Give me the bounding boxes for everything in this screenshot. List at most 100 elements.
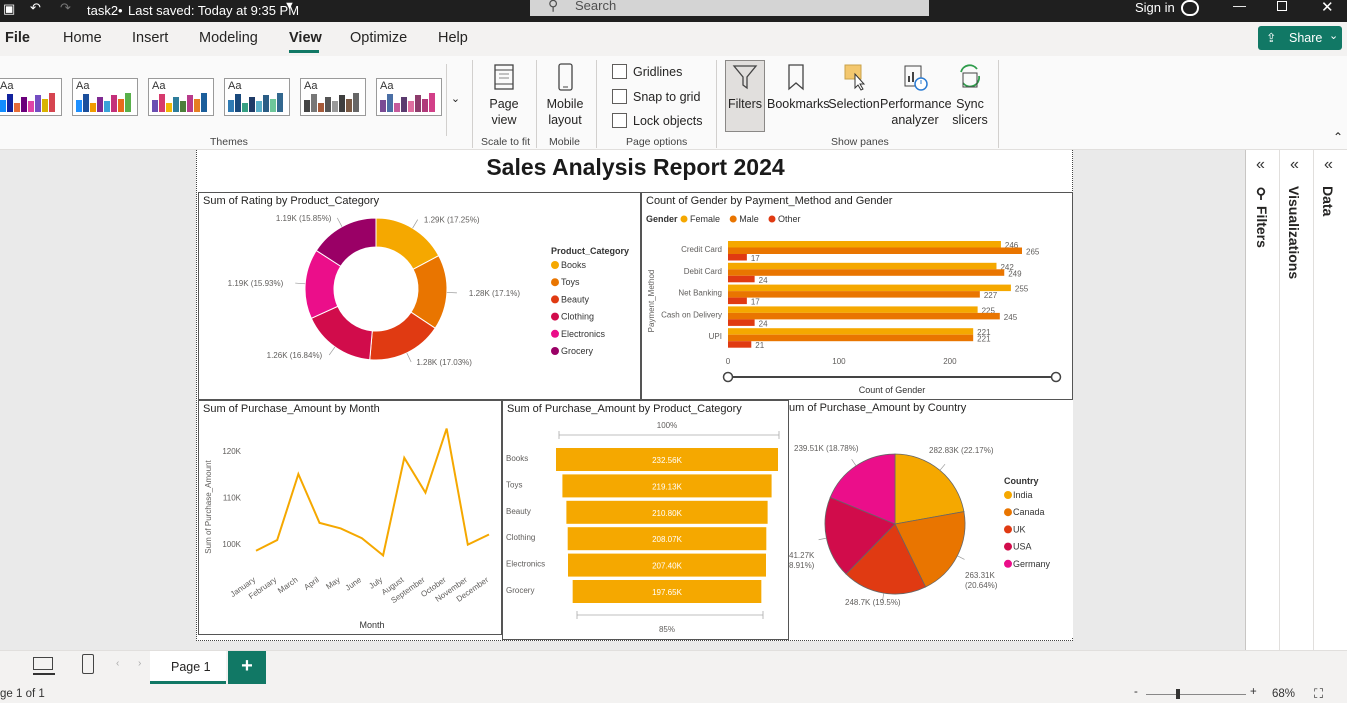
undo-icon[interactable]: ↶ — [30, 0, 41, 16]
funnel-category-label: Electronics — [506, 560, 545, 569]
save-status: Last saved: Today at 9:35 PM — [128, 3, 300, 18]
snap-to-grid-checkbox[interactable]: Snap to grid — [612, 89, 700, 104]
page-options-label: Page options — [626, 136, 688, 148]
visualizations-pane-collapsed[interactable]: « Visualizations — [1280, 150, 1314, 650]
funnel-chart-visual[interactable]: Sum of Purchase_Amount by Product_Catego… — [502, 400, 789, 640]
pie-data-label: 263.31K — [965, 571, 995, 580]
next-page-chevron-icon[interactable]: › — [138, 658, 141, 669]
selection-pane-button[interactable]: Selection — [828, 62, 880, 112]
expand-chevron-icon[interactable]: « — [1290, 156, 1299, 174]
menu-help[interactable]: Help — [438, 30, 468, 46]
add-page-button[interactable]: + — [228, 651, 266, 684]
donut-legend-marker — [551, 347, 559, 355]
line-y-axis-label: Sum of Purchase_Amount — [204, 460, 213, 554]
pie-legend-item: Germany — [1013, 559, 1051, 569]
bar-chart-visual[interactable]: Count of Gender by Payment_Method and Ge… — [641, 192, 1073, 400]
desktop-view-icon[interactable] — [33, 657, 55, 675]
menu-optimize[interactable]: Optimize — [350, 30, 407, 46]
bar-mark — [728, 319, 755, 326]
close-icon[interactable]: ✕ — [1321, 0, 1334, 16]
donut-legend-marker — [551, 329, 559, 338]
pie-chart-visual[interactable]: um of Purchase_Amount by Country 282.83K… — [789, 400, 1073, 638]
bar-x-axis-label: Count of Gender — [859, 385, 926, 395]
bar-data-label: 17 — [751, 298, 760, 307]
menu-home[interactable]: Home — [63, 30, 102, 46]
theme-swatch-4[interactable]: Aa — [224, 78, 290, 116]
expand-chevron-icon[interactable]: « — [1256, 156, 1265, 174]
fit-to-page-icon[interactable]: ⛶ — [1314, 686, 1323, 702]
theme-swatch-5[interactable]: Aa — [300, 78, 366, 116]
bar-legend-title: Gender — [646, 214, 678, 224]
donut-legend-marker — [551, 278, 559, 287]
snap-to-grid-label: Snap to grid — [633, 90, 701, 104]
pie-data-label: 239.51K (18.78%) — [794, 444, 859, 453]
redo-icon[interactable]: ↷ — [60, 0, 71, 16]
filters-pane-collapsed[interactable]: « ⚲ Filters — [1246, 150, 1280, 650]
bar-category-label: Net Banking — [678, 289, 722, 298]
minimize-icon[interactable]: — — [1233, 0, 1246, 13]
zoom-in-button[interactable]: + — [1250, 686, 1257, 698]
filter-icon — [732, 65, 758, 90]
page-count: ge 1 of 1 — [0, 688, 45, 700]
bar-x-tick-label: 0 — [726, 357, 731, 366]
performance-analyzer-button[interactable]: Performance analyzer — [880, 62, 952, 128]
user-avatar-icon[interactable] — [1181, 0, 1199, 16]
mobile-layout-icon — [558, 63, 573, 91]
sign-in-button[interactable]: Sign in — [1135, 0, 1175, 15]
sync-slicers-button[interactable]: Sync slicers — [948, 62, 992, 128]
theme-swatch-2[interactable]: Aa — [72, 78, 138, 116]
bar-data-label: 21 — [755, 341, 764, 350]
bar-mark — [728, 269, 1005, 276]
leader-line — [295, 282, 306, 285]
theme-swatch-3[interactable]: Aa — [148, 78, 214, 116]
theme-swatch-6[interactable]: Aa — [376, 78, 442, 116]
themes-expand-chevron-icon[interactable]: ⌄ — [446, 64, 464, 136]
bookmark-icon — [788, 64, 804, 91]
mobile-view-icon[interactable] — [82, 654, 94, 674]
data-pane-collapsed[interactable]: « Data — [1314, 150, 1347, 650]
save-icon[interactable]: ▣ — [3, 1, 15, 17]
funnel-top-percent: 100% — [657, 421, 677, 430]
bookmarks-pane-button[interactable]: Bookmarks — [767, 62, 830, 112]
page-view-button[interactable]: Page view — [482, 62, 526, 128]
menu-insert[interactable]: Insert — [132, 30, 168, 46]
gridlines-checkbox[interactable]: Gridlines — [612, 64, 682, 79]
pie-data-label: 282.83K (22.17%) — [929, 446, 994, 455]
zoom-slider-thumb[interactable] — [1176, 689, 1180, 699]
theme-swatch-1[interactable]: Aa — [0, 78, 62, 116]
funnel-category-label: Toys — [506, 480, 522, 489]
pie-data-label: 248.7K (19.5%) — [845, 598, 901, 607]
line-chart-svg: 100K110K120KJanuaryFebruaryMarch April May… — [204, 428, 490, 630]
page-tab-1[interactable]: Page 1 — [150, 651, 226, 684]
funnel-data-label: 232.56K — [652, 456, 682, 465]
chevron-down-icon[interactable]: ▼ — [284, 0, 295, 12]
zoom-out-button[interactable]: - — [1134, 686, 1138, 698]
maximize-icon[interactable] — [1277, 1, 1287, 11]
mobile-layout-button[interactable]: Mobile layout — [542, 62, 588, 128]
filters-pane-button[interactable]: Filters — [725, 62, 765, 112]
share-button[interactable]: ⇪ Share ⌄ — [1258, 26, 1342, 50]
search-input[interactable]: ⚲ Search — [530, 0, 929, 16]
menu-file[interactable]: File — [5, 30, 30, 46]
pie-data-label: 41.27K — [789, 551, 815, 560]
line-chart-visual[interactable]: Sum of Purchase_Amount by Month 100K 110K… — [198, 400, 502, 635]
menu-modeling[interactable]: Modeling — [199, 30, 258, 46]
lock-objects-checkbox[interactable]: Lock objects — [612, 113, 702, 128]
menu-view[interactable]: View — [289, 30, 322, 46]
performance-analyzer-label: Performance analyzer — [880, 97, 952, 127]
prev-page-chevron-icon[interactable]: ‹ — [116, 658, 119, 669]
divider — [596, 60, 597, 148]
bar-category-label: Credit Card — [681, 245, 722, 254]
zoom-slider-track[interactable] — [1146, 694, 1246, 695]
visualizations-pane-label: Visualizations — [1286, 186, 1302, 280]
file-name: task2 — [87, 3, 119, 18]
bar-category-label: UPI — [709, 332, 722, 341]
donut-chart-visual[interactable]: Sum of Rating by Product_Category 1.29K … — [198, 192, 641, 400]
collapse-ribbon-icon[interactable]: ⌃ — [1333, 130, 1343, 144]
leader-line — [957, 555, 965, 560]
funnel-data-label: 219.13K — [652, 482, 682, 491]
line-y-tick-label: 100K — [222, 540, 241, 549]
donut-legend-item: Toys — [561, 277, 580, 287]
expand-chevron-icon[interactable]: « — [1324, 156, 1333, 174]
pie-legend-item: India — [1013, 490, 1033, 500]
